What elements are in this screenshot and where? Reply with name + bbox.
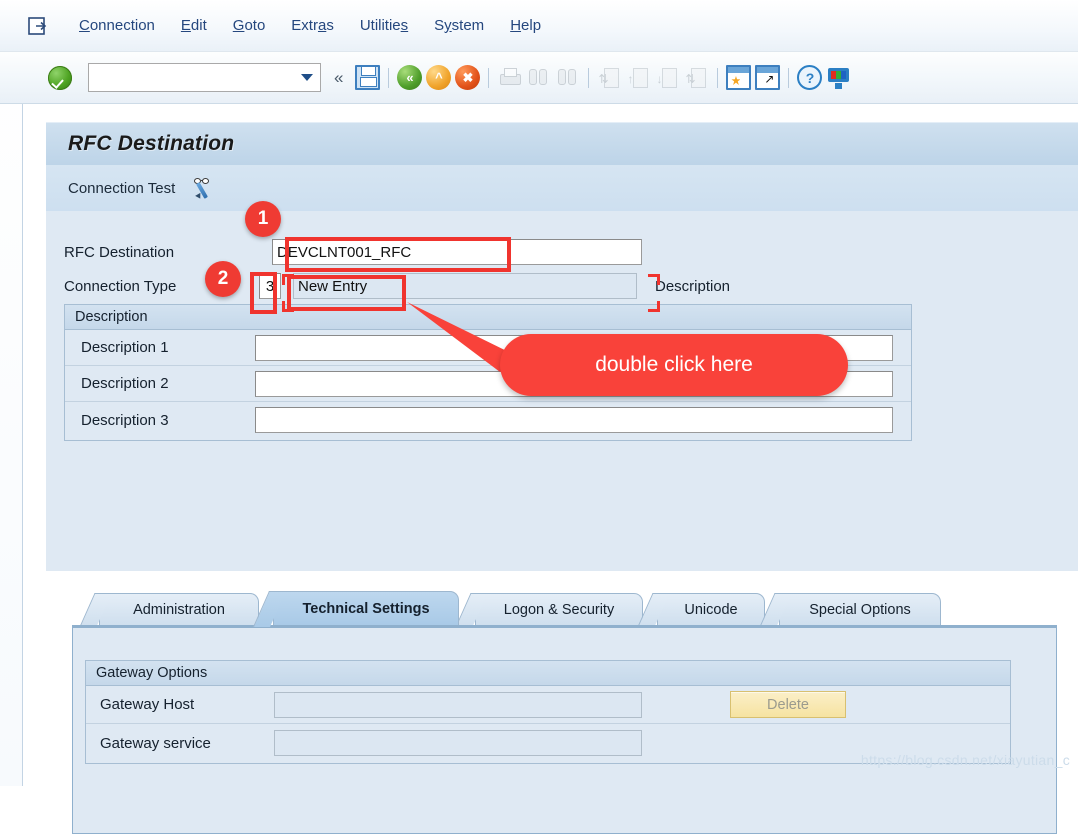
screen-title-bar: RFC Destination [46,122,1078,165]
gateway-host-row: Gateway Host Delete [86,686,1010,724]
menu-item-extras[interactable]: Extras [278,18,347,33]
arrow-glyph: ↗ [764,72,775,86]
find-icon[interactable] [526,65,551,90]
description-row-3: Description 3 [65,402,911,438]
menu-item-edit[interactable]: Edit [168,18,220,33]
connection-type-input[interactable]: 3 [259,273,281,299]
tab-label: Technical Settings [302,600,430,617]
double-chevron-left-icon[interactable]: « [334,68,343,88]
annotation-badge-1: 1 [245,201,281,237]
tab-label: Special Options [809,601,911,618]
toolbar-divider [788,67,790,88]
tab-panel-technical-settings: Gateway Options Gateway Host Delete Gate… [72,625,1057,834]
tab-logon-security[interactable]: Logon & Security [475,593,643,625]
connection-type-description-input[interactable]: New Entry [293,273,637,299]
gateway-host-label: Gateway Host [100,696,195,713]
description-3-input[interactable] [255,407,893,433]
toolbar: « « ^ ✖ ⇅ ↑ ↓ ⇅ ↗ ? [0,52,1078,104]
gateway-options-group: Gateway Options Gateway Host Delete Gate… [85,660,1011,764]
customize-layout-icon[interactable] [826,65,851,90]
menu-item-connection[interactable]: CConnectiononnection [66,18,168,33]
application-toolbar: Connection Test [46,165,1078,211]
gateway-service-input[interactable] [274,730,642,756]
exit-icon[interactable]: ^ [426,65,452,90]
find-next-icon[interactable] [555,65,580,90]
cancel-icon[interactable]: ✖ [455,65,481,90]
save-icon[interactable] [355,65,381,90]
tab-strip: Administration Technical Settings Logon … [85,591,1057,627]
tab-label: Unicode [684,601,738,618]
first-page-icon[interactable]: ⇅ [597,65,622,90]
back-glyph: « [406,70,414,85]
cancel-glyph: ✖ [462,70,474,85]
toolbar-divider [488,67,490,88]
create-shortcut-icon[interactable]: ↗ [755,65,781,90]
sap-system-menu-icon[interactable] [28,16,50,36]
annotation-badge-2: 2 [205,261,241,297]
sap-gui-window: CConnectiononnection Edit Goto Extras Ut… [0,0,1078,834]
help-icon[interactable]: ? [797,65,823,90]
callout-bubble: double click here [500,334,848,396]
gateway-host-input[interactable] [274,691,642,718]
rfc-destination-label: RFC Destination [64,243,175,261]
back-icon[interactable]: « [397,65,423,90]
rfc-destination-row: RFC Destination DEVCLNT001_RFC [64,239,642,265]
page-title: RFC Destination [68,132,235,155]
command-field[interactable] [0,63,321,92]
delete-button[interactable]: Delete [730,691,846,718]
rfc-destination-input[interactable]: DEVCLNT001_RFC [272,239,642,265]
next-page-icon[interactable]: ↓ [655,65,680,90]
menu-item-goto[interactable]: Goto [220,18,279,33]
description-2-label: Description 2 [81,375,169,392]
toolbar-divider [588,67,590,88]
tab-unicode[interactable]: Unicode [657,593,765,625]
toolbar-divider [717,67,719,88]
tab-administration[interactable]: Administration [99,593,259,625]
connection-test-button[interactable]: Connection Test [68,180,175,197]
chevron-down-icon[interactable] [301,74,313,81]
glasses-pencil-icon[interactable] [193,177,219,201]
gateway-options-title: Gateway Options [86,661,1010,686]
content-area: RFC Destination Connection Test RFC Dest… [22,104,1078,834]
callout-text: double click here [595,353,753,376]
layout-colors [831,71,847,79]
connection-type-description-label: Description [655,277,731,295]
menu-bar: CConnectiononnection Edit Goto Extras Ut… [0,0,1078,52]
previous-page-icon[interactable]: ↑ [626,65,651,90]
tab-label: Administration [133,601,225,618]
watermark: https://blog.csdn.net/xiayutian_c [860,752,1070,768]
tab-label: Logon & Security [503,601,615,618]
menu-item-utilities[interactable]: Utilities [347,18,421,33]
menu-item-help[interactable]: Help [497,18,554,33]
star-glyph [731,76,741,85]
description-3-label: Description 3 [81,411,169,429]
tab-technical-settings[interactable]: Technical Settings [273,591,459,625]
connection-type-row: Connection Type 3 New Entry Description [64,273,730,299]
description-1-label: Description 1 [81,339,169,356]
print-icon[interactable] [497,65,522,90]
exit-glyph: ^ [435,70,443,85]
toolbar-divider [388,67,390,88]
gateway-service-label: Gateway service [100,734,211,752]
menu-item-system[interactable]: System [421,18,497,33]
last-page-icon[interactable]: ⇅ [684,65,709,90]
tab-special-options[interactable]: Special Options [779,593,941,625]
command-input[interactable] [0,68,200,87]
create-session-icon[interactable] [726,65,752,90]
